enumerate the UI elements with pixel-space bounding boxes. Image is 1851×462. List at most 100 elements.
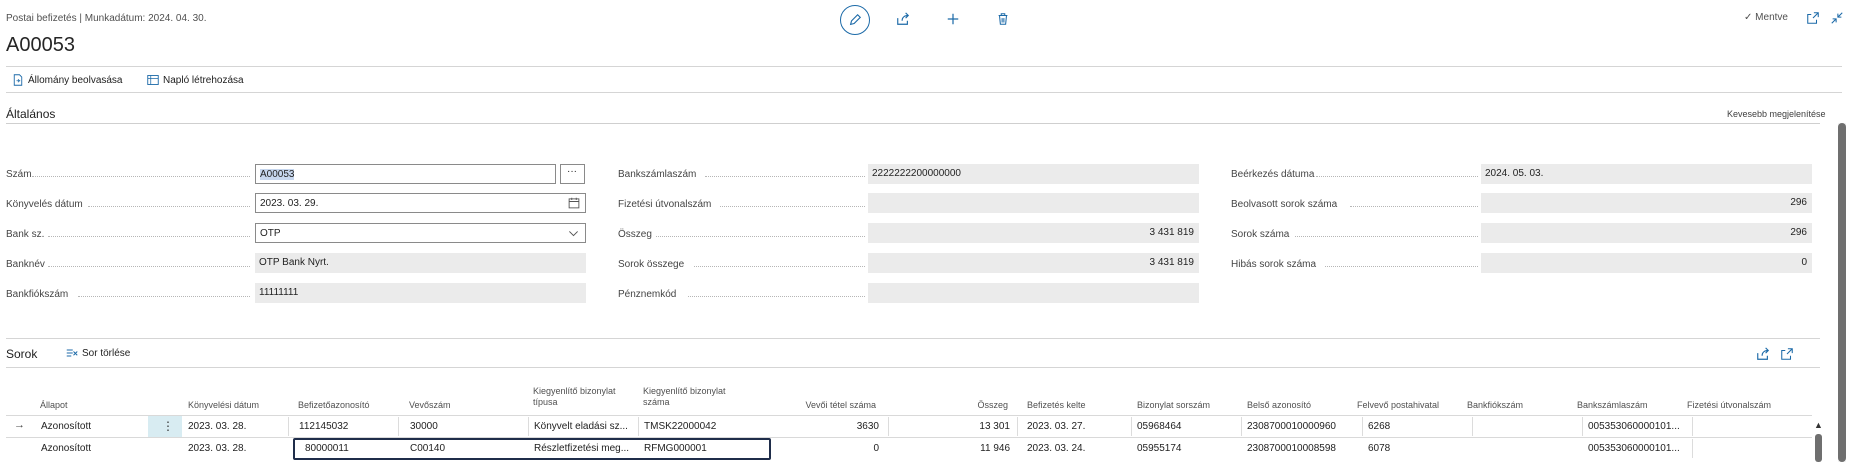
cell-customer-no[interactable]: 30000 [410, 421, 438, 432]
col-header-doc-seq[interactable]: Bizonylat sorszám [1137, 400, 1210, 411]
cell-amount[interactable]: 13 301 [906, 421, 1010, 432]
field-label-posting-date: Könyvelés dátum [6, 199, 83, 210]
cell-pay-date[interactable]: 2023. 03. 24. [1027, 443, 1085, 454]
cell-amount[interactable]: 11 946 [906, 443, 1010, 454]
calendar-icon[interactable] [568, 197, 580, 209]
col-header-bank-account[interactable]: Bankszámlaszám [1577, 400, 1648, 411]
col-header-status[interactable]: Állapot [40, 400, 68, 411]
cell-post-office[interactable]: 6078 [1368, 443, 1390, 454]
delete-button[interactable] [991, 7, 1015, 31]
edit-button[interactable] [840, 5, 870, 35]
cell-doc-seq[interactable]: 05955174 [1137, 443, 1182, 454]
delete-line-label: Sor törlése [82, 347, 131, 359]
col-header-posting-date[interactable]: Könyvelési dátum [188, 400, 259, 411]
col-header-bank-branch[interactable]: Bankfiókszám [1467, 400, 1523, 411]
grid-scroll-up-icon[interactable]: ▲ [1814, 420, 1823, 430]
journal-icon [147, 75, 159, 85]
cell-posting-date[interactable]: 2023. 03. 28. [188, 421, 246, 432]
lines-divider-top [6, 338, 1820, 339]
error-lines-field: 0 [1481, 253, 1812, 273]
new-button[interactable] [941, 7, 965, 31]
lines-total-field: 3 431 819 [868, 253, 1199, 273]
chevron-down-icon [569, 231, 578, 237]
field-label-error-lines: Hibás sorok száma [1231, 259, 1317, 270]
bank-account-field: 2222222200000000 [868, 164, 1199, 184]
dot-leader [1295, 236, 1478, 238]
field-label-bank-name: Banknév [6, 259, 45, 270]
dot-leader [1350, 206, 1478, 208]
delete-line-button[interactable]: Sor törlése [66, 347, 130, 359]
dot-leader [705, 176, 865, 178]
create-journal-label: Napló létrehozása [163, 74, 244, 86]
lines-share-button[interactable] [1751, 342, 1775, 366]
cell-bank-account[interactable]: 005353060000101... [1588, 421, 1692, 432]
general-section-title[interactable]: Általános [6, 107, 55, 121]
col-header-customer-no[interactable]: Vevőszám [409, 400, 451, 411]
dot-leader [48, 266, 250, 268]
cell-entry-no[interactable]: 0 [776, 443, 879, 454]
cell-bank-account[interactable]: 005353060000101... [1588, 443, 1692, 454]
lines-section-title[interactable]: Sorok [6, 347, 37, 361]
col-separator [1582, 417, 1583, 436]
cell-entry-no[interactable]: 3630 [776, 421, 879, 432]
share-icon [1757, 347, 1770, 360]
create-journal-button[interactable]: Napló létrehozása [147, 74, 244, 86]
cell-internal-id[interactable]: 2308700010000960 [1247, 421, 1336, 432]
field-label-currency: Pénznemkód [618, 289, 677, 300]
cell-internal-id[interactable]: 2308700010008598 [1247, 443, 1336, 454]
routing-no-field [868, 193, 1199, 213]
cell-doc-no[interactable]: TMSK22000042 [644, 421, 716, 432]
page-scrollbar-thumb[interactable] [1838, 123, 1846, 462]
col-header-doc-type[interactable]: Kiegyenlítő bizonylat típusa [533, 386, 633, 408]
col-header-entry-no[interactable]: Vevői tétel száma [788, 400, 876, 411]
col-header-pay-date[interactable]: Befizetés kelte [1027, 400, 1086, 411]
cell-posting-date[interactable]: 2023. 03. 28. [188, 443, 246, 454]
row-menu-button[interactable]: ⋮ [148, 416, 182, 437]
bank-no-select[interactable]: OTP [255, 223, 586, 243]
trash-icon [998, 13, 1008, 25]
import-file-button[interactable]: Állomány beolvasása [12, 74, 123, 86]
header-divider [6, 66, 1842, 67]
col-separator [528, 417, 529, 436]
cell-payer-id[interactable]: 112145032 [299, 421, 348, 432]
line-count-field: 296 [1481, 223, 1812, 243]
posting-date-input[interactable]: 2023. 03. 29. [255, 193, 586, 213]
cell-status[interactable]: Azonosított [41, 443, 91, 454]
dot-leader [78, 296, 250, 298]
col-header-post-office[interactable]: Felvevő postahivatal [1357, 400, 1439, 411]
col-header-doc-no[interactable]: Kiegyenlítő bizonylat száma [643, 386, 743, 408]
col-header-payer-id[interactable]: Befizetőazonosító [298, 400, 370, 411]
col-header-routing[interactable]: Fizetési útvonalszám [1687, 400, 1771, 411]
dot-leader [688, 296, 865, 298]
col-separator [1017, 417, 1018, 436]
show-less-link[interactable]: Kevesebb megjelenítése [1727, 109, 1826, 119]
general-divider [6, 123, 1820, 124]
cell-doc-seq[interactable]: 05968464 [1137, 421, 1182, 432]
pencil-icon [849, 13, 862, 26]
table-row[interactable]: → Azonosított ⋮ 2023. 03. 28. 112145032 … [6, 416, 1812, 437]
number-input[interactable]: A00053 [255, 164, 556, 184]
cell-doc-type[interactable]: Könyvelt eladási sz... [534, 421, 638, 432]
arrival-date-field: 2024. 05. 03. [1481, 164, 1812, 184]
lines-divider [6, 367, 1820, 368]
collapse-button[interactable] [1825, 6, 1849, 30]
cell-post-office[interactable]: 6268 [1368, 421, 1390, 432]
dot-leader [656, 236, 865, 238]
grid-scrollbar-thumb[interactable] [1815, 434, 1822, 462]
col-separator [398, 417, 399, 436]
number-assist-button[interactable]: ··· [560, 164, 585, 184]
col-header-amount[interactable]: Összeg [910, 400, 1008, 411]
open-in-new-icon [1807, 12, 1819, 24]
table-row[interactable]: Azonosított 2023. 03. 28. 80000011 C0014… [6, 438, 1812, 459]
cell-status[interactable]: Azonosított [41, 421, 91, 432]
lines-open-button[interactable] [1775, 342, 1799, 366]
open-new-window-button[interactable] [1801, 6, 1825, 30]
field-label-lines-total: Sorok összege [618, 259, 685, 270]
share-button[interactable] [891, 7, 915, 31]
number-value: A00053 [260, 169, 295, 180]
col-header-internal-id[interactable]: Belső azonosító [1247, 400, 1311, 411]
dot-leader [48, 236, 250, 238]
field-label-szam: Szám [6, 169, 32, 180]
col-separator [1472, 417, 1473, 436]
cell-pay-date[interactable]: 2023. 03. 27. [1027, 421, 1085, 432]
